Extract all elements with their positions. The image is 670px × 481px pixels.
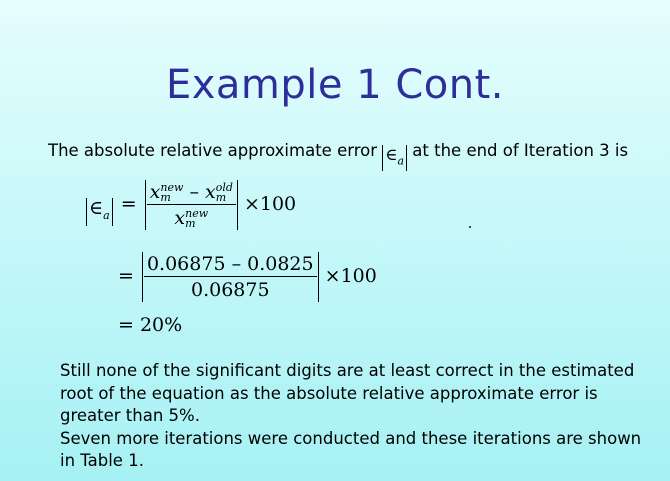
- equation-substitution: = 0.06875 – 0.0825 0.06875 ×100: [118, 252, 377, 302]
- var-x-new: x: [149, 181, 161, 203]
- epsilon-symbol: ∈: [385, 145, 398, 164]
- equals-sign: =: [120, 193, 137, 215]
- var-x-new: x: [174, 207, 186, 229]
- intro-sentence: The absolute relative approximate error …: [48, 141, 629, 172]
- fraction-denominator: 0.06875: [191, 279, 270, 301]
- abs-value-bars: x new m – x old m x new m: [144, 180, 238, 230]
- equation-definition: ∈a = x new m – x old m x new m ×100: [86, 180, 296, 230]
- equals-sign: =: [118, 265, 134, 287]
- var-x-old: x: [204, 181, 216, 203]
- intro-text-before: The absolute relative approximate error: [48, 141, 383, 160]
- equation-result: = 20%: [118, 314, 183, 336]
- minus-sign: –: [189, 181, 199, 203]
- sub-m: m: [215, 191, 227, 204]
- times-100: ×100: [324, 265, 377, 287]
- explanation-line-1: Still none of the significant digits are…: [60, 361, 635, 425]
- times-100: ×100: [243, 193, 297, 215]
- explanation-paragraph: Still none of the significant digits are…: [60, 360, 660, 473]
- fraction-substitution: 0.06875 – 0.0825 0.06875: [143, 253, 317, 301]
- epsilon-subscript: a: [103, 208, 110, 222]
- epsilon-subscript: a: [397, 154, 405, 168]
- sub-m: m: [185, 217, 196, 230]
- intro-text-after: at the end of Iteration 3 is: [407, 141, 629, 160]
- fraction-numerator: x new m – x old m: [146, 181, 236, 205]
- fraction-denominator: x new m: [171, 205, 211, 229]
- abs-value-bars: 0.06875 – 0.0825 0.06875: [141, 252, 319, 302]
- fraction-definition: x new m – x old m x new m: [146, 181, 236, 229]
- abs-error-lhs: ∈a: [86, 198, 113, 226]
- explanation-line-2: Seven more iterations were conducted and…: [60, 428, 642, 471]
- sub-m: m: [160, 191, 171, 204]
- stray-dot: [469, 226, 471, 228]
- slide-title: Example 1 Cont.: [165, 62, 505, 108]
- abs-error-symbol: ∈a: [382, 145, 408, 172]
- epsilon-symbol: ∈: [89, 197, 104, 219]
- fraction-numerator: 0.06875 – 0.0825: [143, 253, 317, 277]
